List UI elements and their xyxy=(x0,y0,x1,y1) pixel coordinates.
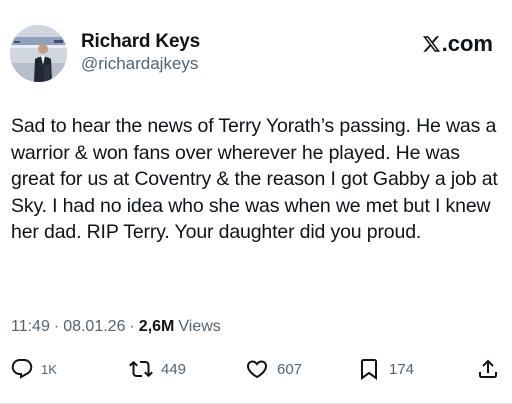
heart-icon xyxy=(246,360,268,379)
reply-count: 1K xyxy=(41,361,57,377)
repost-icon xyxy=(129,360,153,378)
repost-button[interactable]: 449 xyxy=(129,357,186,381)
bookmark-button[interactable]: 174 xyxy=(357,357,414,381)
meta-separator: · xyxy=(53,318,60,335)
tweet-text: Sad to hear the news of Terry Yorath’s p… xyxy=(11,115,498,244)
repost-count: 449 xyxy=(161,360,187,378)
avatar-photo xyxy=(10,25,67,82)
tweet-date[interactable]: 08.01.26 xyxy=(63,318,125,336)
meta-separator: · xyxy=(129,318,135,335)
avatar[interactable] xyxy=(10,25,67,82)
brand-domain: .com xyxy=(441,31,493,56)
bookmark-icon xyxy=(361,359,377,380)
share-button[interactable] xyxy=(476,357,500,381)
reply-icon xyxy=(11,359,33,379)
x-brand: .com xyxy=(422,31,493,57)
views-count: 2,6M xyxy=(138,318,175,335)
author-handle[interactable]: @richardajkeys xyxy=(81,54,198,74)
tweet-card: Richard Keys @richardajkeys .com Sad to … xyxy=(0,0,512,404)
like-count: 607 xyxy=(277,360,303,378)
like-button[interactable]: 607 xyxy=(245,357,302,381)
views-label: Views xyxy=(178,318,221,335)
bookmark-count: 174 xyxy=(389,360,415,378)
author-name[interactable]: Richard Keys xyxy=(81,31,200,53)
x-logo-icon xyxy=(422,36,440,52)
tweet-time[interactable]: 11:49 xyxy=(11,318,50,336)
share-icon xyxy=(479,359,497,378)
action-bar: 1K 449 607 174 xyxy=(0,357,512,381)
tweet-meta: 11:49 · 08.01.26 · 2,6M Views xyxy=(11,318,221,336)
reply-button[interactable]: 1K xyxy=(10,357,57,381)
